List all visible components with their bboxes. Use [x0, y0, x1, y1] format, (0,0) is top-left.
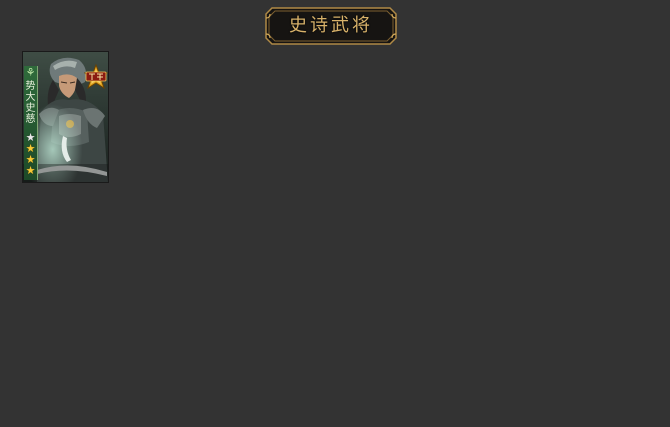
hero-name: 势大史慈 [25, 81, 36, 125]
star-rating: ★ ★ ★ ★ [24, 132, 37, 176]
epic-badge-icon [83, 63, 108, 96]
section-title-plaque: 史诗武将 [264, 6, 398, 46]
star-icon: ★ [25, 164, 36, 177]
hero-card[interactable]: ⚘ 势大史慈 ★ ★ ★ ★ [23, 52, 108, 182]
page-title: 史诗武将 [289, 15, 373, 36]
leaf-faction-icon: ⚘ [25, 66, 36, 79]
